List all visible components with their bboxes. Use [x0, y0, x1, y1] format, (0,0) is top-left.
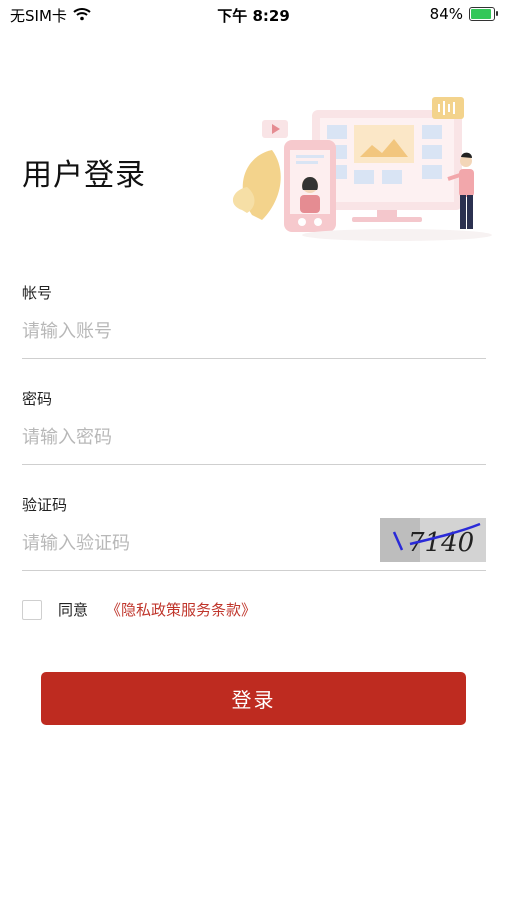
password-label: 密码: [22, 390, 53, 408]
agreement-row: 同意 《隐私政策服务条款》: [22, 599, 256, 620]
captcha-image[interactable]: 7140: [380, 518, 486, 562]
privacy-policy-link[interactable]: 《隐私政策服务条款》: [106, 599, 256, 620]
password-divider: [22, 464, 486, 465]
captcha-field-group: 验证码 7140: [22, 494, 486, 571]
battery-fill: [471, 9, 492, 19]
login-button[interactable]: 登录: [41, 672, 466, 725]
captcha-divider: [22, 570, 486, 571]
battery-charging-icon: [469, 7, 498, 21]
status-right: 84%: [429, 5, 498, 23]
account-field-group: 帐号: [22, 282, 486, 359]
battery-percent: 84%: [429, 5, 463, 23]
account-input[interactable]: [22, 321, 362, 342]
account-divider: [22, 358, 486, 359]
password-input[interactable]: [22, 427, 362, 448]
agreement-text: 同意: [58, 601, 89, 619]
captcha-input[interactable]: [22, 533, 362, 554]
captcha-label: 验证码: [22, 496, 68, 514]
login-illustration: [232, 95, 492, 245]
page-title: 用户登录: [22, 158, 146, 193]
account-label: 帐号: [22, 284, 53, 302]
agreement-checkbox[interactable]: [22, 599, 42, 620]
status-bar: 无SIM卡 下午 8:29 84%: [0, 0, 507, 30]
password-field-group: 密码: [22, 388, 486, 465]
